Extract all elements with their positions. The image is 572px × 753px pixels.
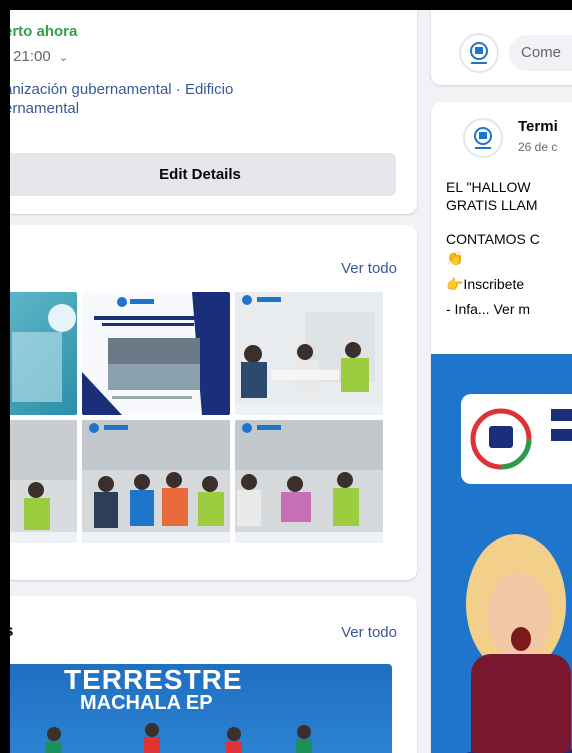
category-line-2: ernamental bbox=[10, 100, 80, 117]
video-thumbnail[interactable]: TERRESTRE MACHALA EP bbox=[10, 664, 392, 753]
photo-image bbox=[235, 292, 383, 415]
open-status: erto ahora bbox=[10, 23, 78, 40]
comment-input[interactable]: Come bbox=[509, 35, 572, 71]
terminal-logo-icon bbox=[474, 127, 492, 149]
photo-thumbnail[interactable] bbox=[82, 292, 230, 415]
post-text-line: CONTAMOS C bbox=[446, 231, 540, 247]
photo-thumbnail[interactable] bbox=[82, 420, 230, 543]
edit-details-button[interactable]: Edit Details bbox=[10, 153, 396, 196]
post-author-avatar[interactable] bbox=[463, 118, 503, 158]
post-image-art bbox=[431, 354, 572, 753]
hours-text: - 21:00 bbox=[10, 48, 51, 65]
post-author-name[interactable]: Termi bbox=[518, 118, 558, 135]
post-text-line: EL "HALLOW bbox=[446, 179, 531, 195]
photo-thumbnail[interactable] bbox=[235, 292, 383, 415]
page-avatar[interactable] bbox=[459, 33, 499, 73]
post-text-line: 👏 bbox=[446, 250, 464, 266]
photo-image bbox=[235, 420, 383, 543]
chevron-down-icon: ⌄ bbox=[58, 52, 69, 64]
post-text-truncated: - Infa... bbox=[446, 301, 490, 317]
about-card: erto ahora - 21:00 ⌄ anización gubername… bbox=[10, 10, 417, 214]
post-image[interactable] bbox=[431, 354, 572, 753]
photo-thumbnail[interactable] bbox=[10, 420, 77, 543]
photo-image bbox=[82, 292, 230, 415]
videos-title: s bbox=[10, 621, 13, 641]
hours-dropdown[interactable]: - 21:00 ⌄ bbox=[10, 48, 68, 65]
photo-image bbox=[12, 304, 76, 402]
photo-image bbox=[10, 420, 77, 543]
video-thumb-figures bbox=[46, 723, 312, 753]
videos-see-all-link[interactable]: Ver todo bbox=[341, 624, 397, 641]
category-line-1: anización gubernamental · Edificio bbox=[10, 81, 234, 98]
photo-thumbnail[interactable] bbox=[10, 292, 77, 415]
post-text-line: 👉Inscribete bbox=[446, 276, 525, 292]
photos-card: Ver todo bbox=[10, 225, 417, 580]
see-more-link[interactable]: Ver m bbox=[493, 301, 530, 317]
terminal-logo-icon bbox=[470, 42, 488, 64]
post-text-line: - Infa... Ver m bbox=[446, 300, 530, 318]
comment-composer-card: Come bbox=[431, 10, 572, 85]
category-link[interactable]: anización gubernamental · Edificio ernam… bbox=[10, 80, 344, 118]
photo-image bbox=[82, 420, 230, 543]
facebook-page-view: erto ahora - 21:00 ⌄ anización gubername… bbox=[10, 10, 572, 753]
photo-thumbnail[interactable] bbox=[235, 420, 383, 543]
post-card: Termi 26 de c EL "HALLOW GRATIS LLAM CON… bbox=[431, 102, 572, 753]
videos-card: s Ver todo TERRESTRE MACHALA EP bbox=[10, 596, 417, 753]
post-text-line: GRATIS LLAM bbox=[446, 197, 538, 213]
photos-see-all-link[interactable]: Ver todo bbox=[341, 260, 397, 277]
post-date[interactable]: 26 de c bbox=[518, 140, 557, 154]
